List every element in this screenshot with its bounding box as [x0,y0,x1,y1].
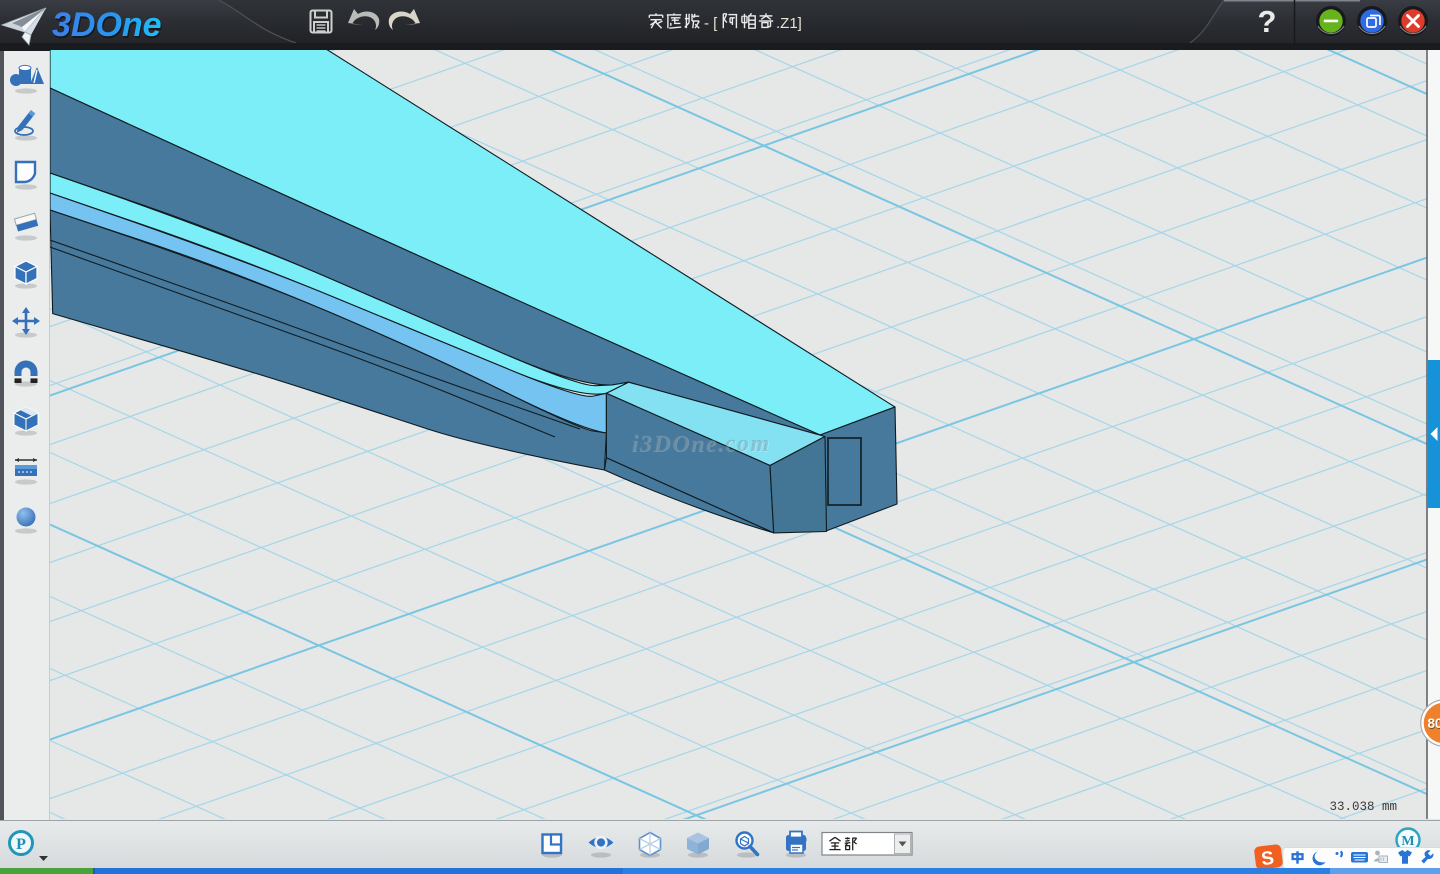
svg-text:P: P [16,836,26,853]
svg-text:.Z1]: .Z1] [776,15,802,32]
svg-text:?: ? [1258,4,1277,39]
svg-text:i3DOne.com: i3DOne.com [631,431,771,457]
svg-text:3DOne: 3DOne [52,6,162,44]
svg-text:S: S [1260,848,1275,870]
svg-text:- [: - [ [704,15,718,32]
svg-text:80: 80 [1427,716,1440,731]
svg-text:M: M [1401,834,1414,849]
svg-text:33.038 mm: 33.038 mm [1329,800,1397,814]
